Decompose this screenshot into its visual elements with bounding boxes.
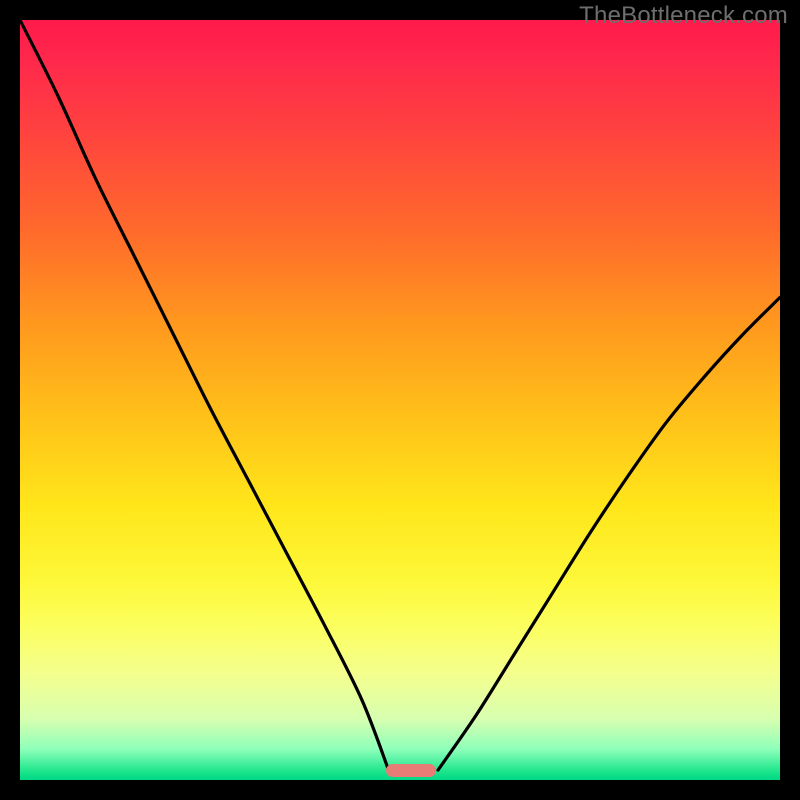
bottleneck-curve xyxy=(20,20,780,780)
optimal-marker xyxy=(386,764,436,777)
watermark-text: TheBottleneck.com xyxy=(579,2,788,30)
plot-area xyxy=(20,20,780,780)
chart-frame: TheBottleneck.com xyxy=(0,0,800,800)
